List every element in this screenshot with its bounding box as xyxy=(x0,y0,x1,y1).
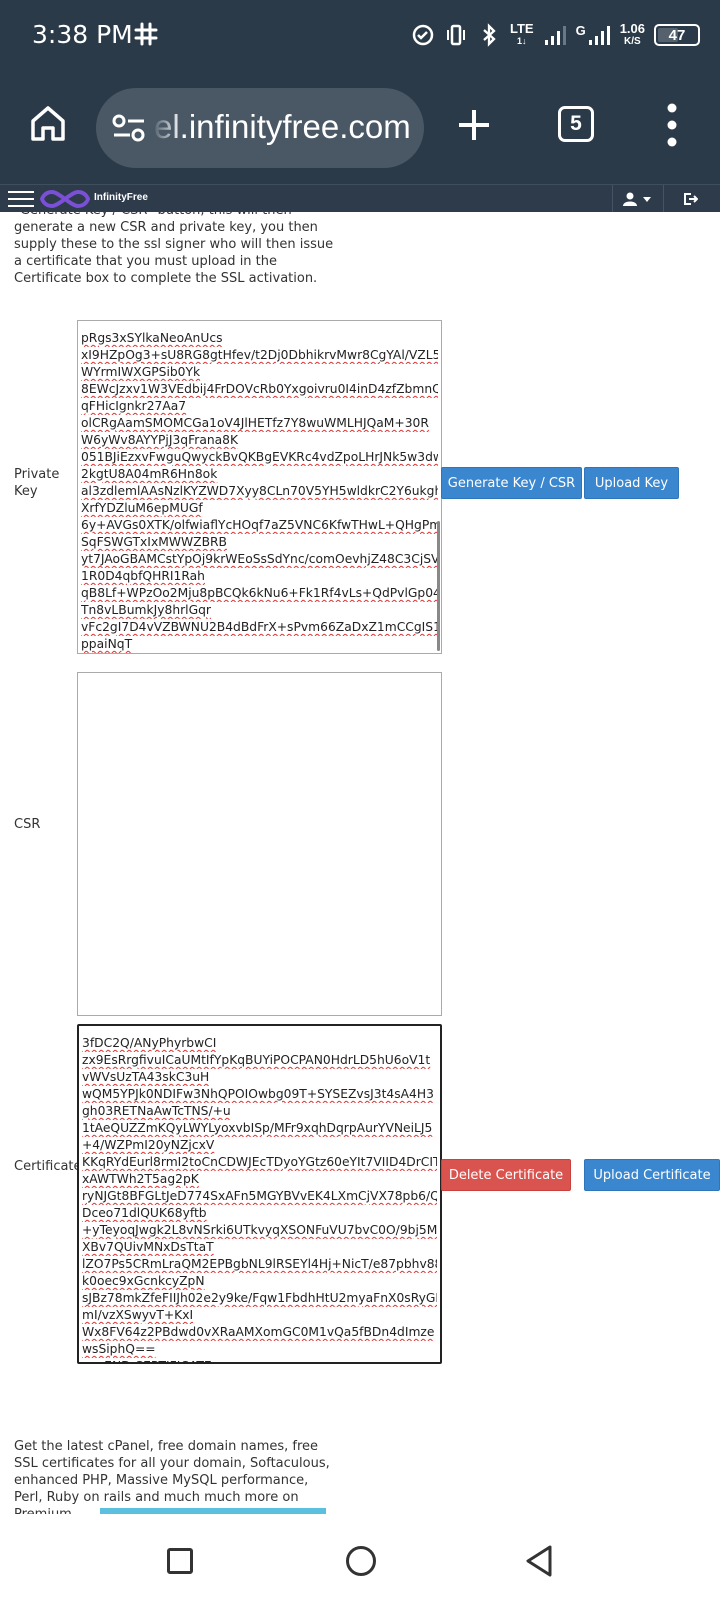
g-indicator: G xyxy=(575,22,586,38)
sync-icon xyxy=(412,24,434,46)
upload-key-button[interactable]: Upload Key xyxy=(584,467,679,499)
bluetooth-icon xyxy=(483,23,496,47)
textarea-line: al3zdlemlAAsNzlKYZWD7Xyy8CLn70V5YH5wldkr… xyxy=(81,484,438,498)
textarea-line: XrfYDZluM6epMUGf xyxy=(81,501,203,515)
lte-indicator: LTE 1↓ xyxy=(509,21,534,46)
textarea-line: yt7JAoGBAMCstYpOj9krWEoSsSdYnc/comOevhjZ… xyxy=(81,552,438,566)
textarea-line: Tn8vLBumkJy8hrlGqr xyxy=(81,603,211,617)
hamburger-menu-icon[interactable] xyxy=(8,191,34,207)
certificate-label: Certificate xyxy=(14,1159,82,1174)
status-icons: LTE 1↓ G 1.06 K/S 47 xyxy=(411,20,700,50)
textarea-line: sJBz78mkZfeFIIJh02e2y9ke/Fqw1FbdhHtU2mya… xyxy=(82,1291,437,1305)
battery-indicator: 47 xyxy=(654,24,700,46)
network-speed: 1.06 K/S xyxy=(619,21,645,47)
private-key-label: Private Key xyxy=(14,467,60,499)
textarea-line: wsSiphQ== xyxy=(82,1342,156,1356)
textarea-line: 051BJiEzxvFwguQwyckBvQKBgEVKRc4vdZpoLHrJ… xyxy=(81,450,438,464)
textarea-line: zx9EsRrgfivuICaUMtIfYpKqBUYiPOCPAN0HdrLD… xyxy=(82,1053,431,1067)
private-key-textarea[interactable]: pRgs3xSYlkaNeoAnUcs xI9HZpOg3+sU8RG8gtHfe… xyxy=(77,320,442,654)
textarea-line: Dceo71dlQUK68yftb xyxy=(82,1206,207,1220)
slack-icon xyxy=(134,22,158,46)
textarea-line: vFc2gI7D4vVZBWNU2B4dBdFrX+sPvm66ZaDxZ1mC… xyxy=(81,620,438,634)
textarea-line: ppaiNqT xyxy=(81,637,133,651)
home-button[interactable] xyxy=(346,1546,376,1576)
url-text[interactable]: el.infinityfree.com xyxy=(154,108,411,146)
premium-promo-text: Get the latest cPanel, free domain names… xyxy=(14,1439,330,1514)
textarea-line: 3fDC2Q/ANyPhyrbwCI xyxy=(82,1036,217,1050)
textarea-line: qFHicIgnkr27Aa7 xyxy=(81,399,187,413)
textarea-line: +4/WZPmI20yNZjcxV xyxy=(82,1138,215,1152)
status-time: 3:38 PM xyxy=(32,20,133,49)
textarea-line: k0oec9xGcnkcyZpN xyxy=(82,1274,205,1288)
signal-icon-2 xyxy=(588,26,610,45)
textarea-line: qB8Lf+WPzOo2Mju8pBCQk6kNu6+Fk1Rf4vLs+QdP… xyxy=(81,586,438,600)
infinityfree-logo[interactable] xyxy=(40,188,90,210)
textarea-line: pRgs3xSYlkaNeoAnUcs xyxy=(81,331,223,345)
textarea-line: 2kgtU8A04mR6Hn8ok xyxy=(81,467,218,481)
csr-textarea[interactable] xyxy=(77,672,442,1016)
new-tab-icon[interactable] xyxy=(456,107,492,143)
generate-key-csr-button[interactable]: Generate Key / CSR xyxy=(441,467,582,499)
ssl-instructions: "Generate Key / CSR" button, this will t… xyxy=(14,212,334,286)
csr-label: CSR xyxy=(14,817,41,832)
more-menu-icon[interactable] xyxy=(664,102,680,148)
site-settings-icon[interactable] xyxy=(112,114,146,142)
vibrate-icon xyxy=(446,24,465,46)
caret-down-icon xyxy=(643,197,651,202)
textarea-line: gh03RETNaAwTcTNS/+u xyxy=(82,1104,231,1118)
textarea-line: SqFSWGTxIxMWWZBRB xyxy=(81,535,227,549)
system-nav-bar xyxy=(0,1514,720,1612)
textarea-line: xAWTWh2T5ag2pK xyxy=(82,1172,199,1186)
home-icon[interactable] xyxy=(28,103,68,143)
textarea-line: WYrmIWXGPSib0Yk xyxy=(81,365,201,379)
textarea-line: W6yWv8AYYPjJ3qFrana8K xyxy=(81,433,239,447)
browser-toolbar: el.infinityfree.com 5 xyxy=(0,72,720,184)
private-key-scrollbar[interactable] xyxy=(437,521,440,651)
status-bar: 3:38 PM LTE 1↓ G 1.06 K/S 47 xyxy=(0,0,720,72)
textarea-line: lZO7Ps5CRmLraQM2EPBgbNL9lRSEYl4Hj+NicT/e… xyxy=(82,1257,437,1271)
recent-apps-button[interactable] xyxy=(167,1548,193,1574)
textarea-line: ryNJGt8BFGLtJeD774SxAFn5MGYBVvEK4LXmCjVX… xyxy=(82,1189,437,1203)
textarea-line: 1tAeQUZZmKQyLWYLyoxvbISp/MFr9xqhDqrpAurY… xyxy=(82,1121,433,1135)
user-icon xyxy=(623,192,637,206)
certificate-textarea[interactable]: 3fDC2Q/ANyPhyrbwCI zx9EsRrgfivuICaUMtIfYp… xyxy=(77,1024,442,1364)
textarea-line: xI9HZpOg3+sU8RG8gtHfev/t2Dj0DbhikrvMwr8C… xyxy=(81,348,438,362)
textarea-line: XBv7QUivMNxDsTtaT xyxy=(82,1240,214,1254)
tab-switcher-button[interactable]: 5 xyxy=(558,106,594,142)
textarea-line: wQM5YPJk0NDIFw3NhQPOIOwbg09T+SYSEZvsJ3t4… xyxy=(82,1087,434,1101)
textarea-line: 6y+AVGs0XTK/olfwiaflYcHOqf7aZ5VNC6KfwTHw… xyxy=(81,518,438,532)
ssl-page-content: "Generate Key / CSR" button, this will t… xyxy=(0,212,720,1514)
textarea-line: 8EWcJzxv1W3VEdbij4FrDOVcRb0Yxgoivru0I4in… xyxy=(81,382,438,396)
textarea-line: mI/vzXSwyvT+KxI xyxy=(82,1308,194,1322)
site-header: InfinityFree xyxy=(0,184,720,213)
signal-icon-1 xyxy=(544,26,566,45)
upload-certificate-button[interactable]: Upload Certificate xyxy=(584,1159,720,1191)
brand-name: InfinityFree xyxy=(94,192,148,203)
textarea-line: vWVsUzTA43skC3uH xyxy=(82,1070,210,1084)
textarea-line: -----END RSA PRIVATE KEY----- xyxy=(81,653,438,654)
delete-certificate-button[interactable]: Delete Certificate xyxy=(441,1159,571,1191)
textarea-line: +yTeyoqJwgk2L8vNSrki6UTkvyqXSONFuVU7bvC0… xyxy=(82,1223,437,1237)
textarea-line: 1R0D4qbfQHRI1Rah xyxy=(81,569,205,583)
textarea-line: olCRgAamSMOMCGa1oV4JlHETfz7Y8wuWMLHJQaM+… xyxy=(81,416,429,430)
back-icon[interactable] xyxy=(524,1544,554,1578)
textarea-line: -----END CERTIFICATE----- xyxy=(82,1358,437,1362)
textarea-line: KKqRYdEurl8rmI2toCnCDWJEcTDyoYGtz60eYIt7… xyxy=(82,1155,437,1169)
textarea-line: Wx8FV64z2PBdwd0vXRaAMXomGC0M1vQa5fBDn4dI… xyxy=(82,1325,435,1339)
logout-icon[interactable] xyxy=(682,191,698,207)
user-menu-button[interactable] xyxy=(612,185,664,213)
address-bar[interactable]: el.infinityfree.com xyxy=(96,88,424,168)
